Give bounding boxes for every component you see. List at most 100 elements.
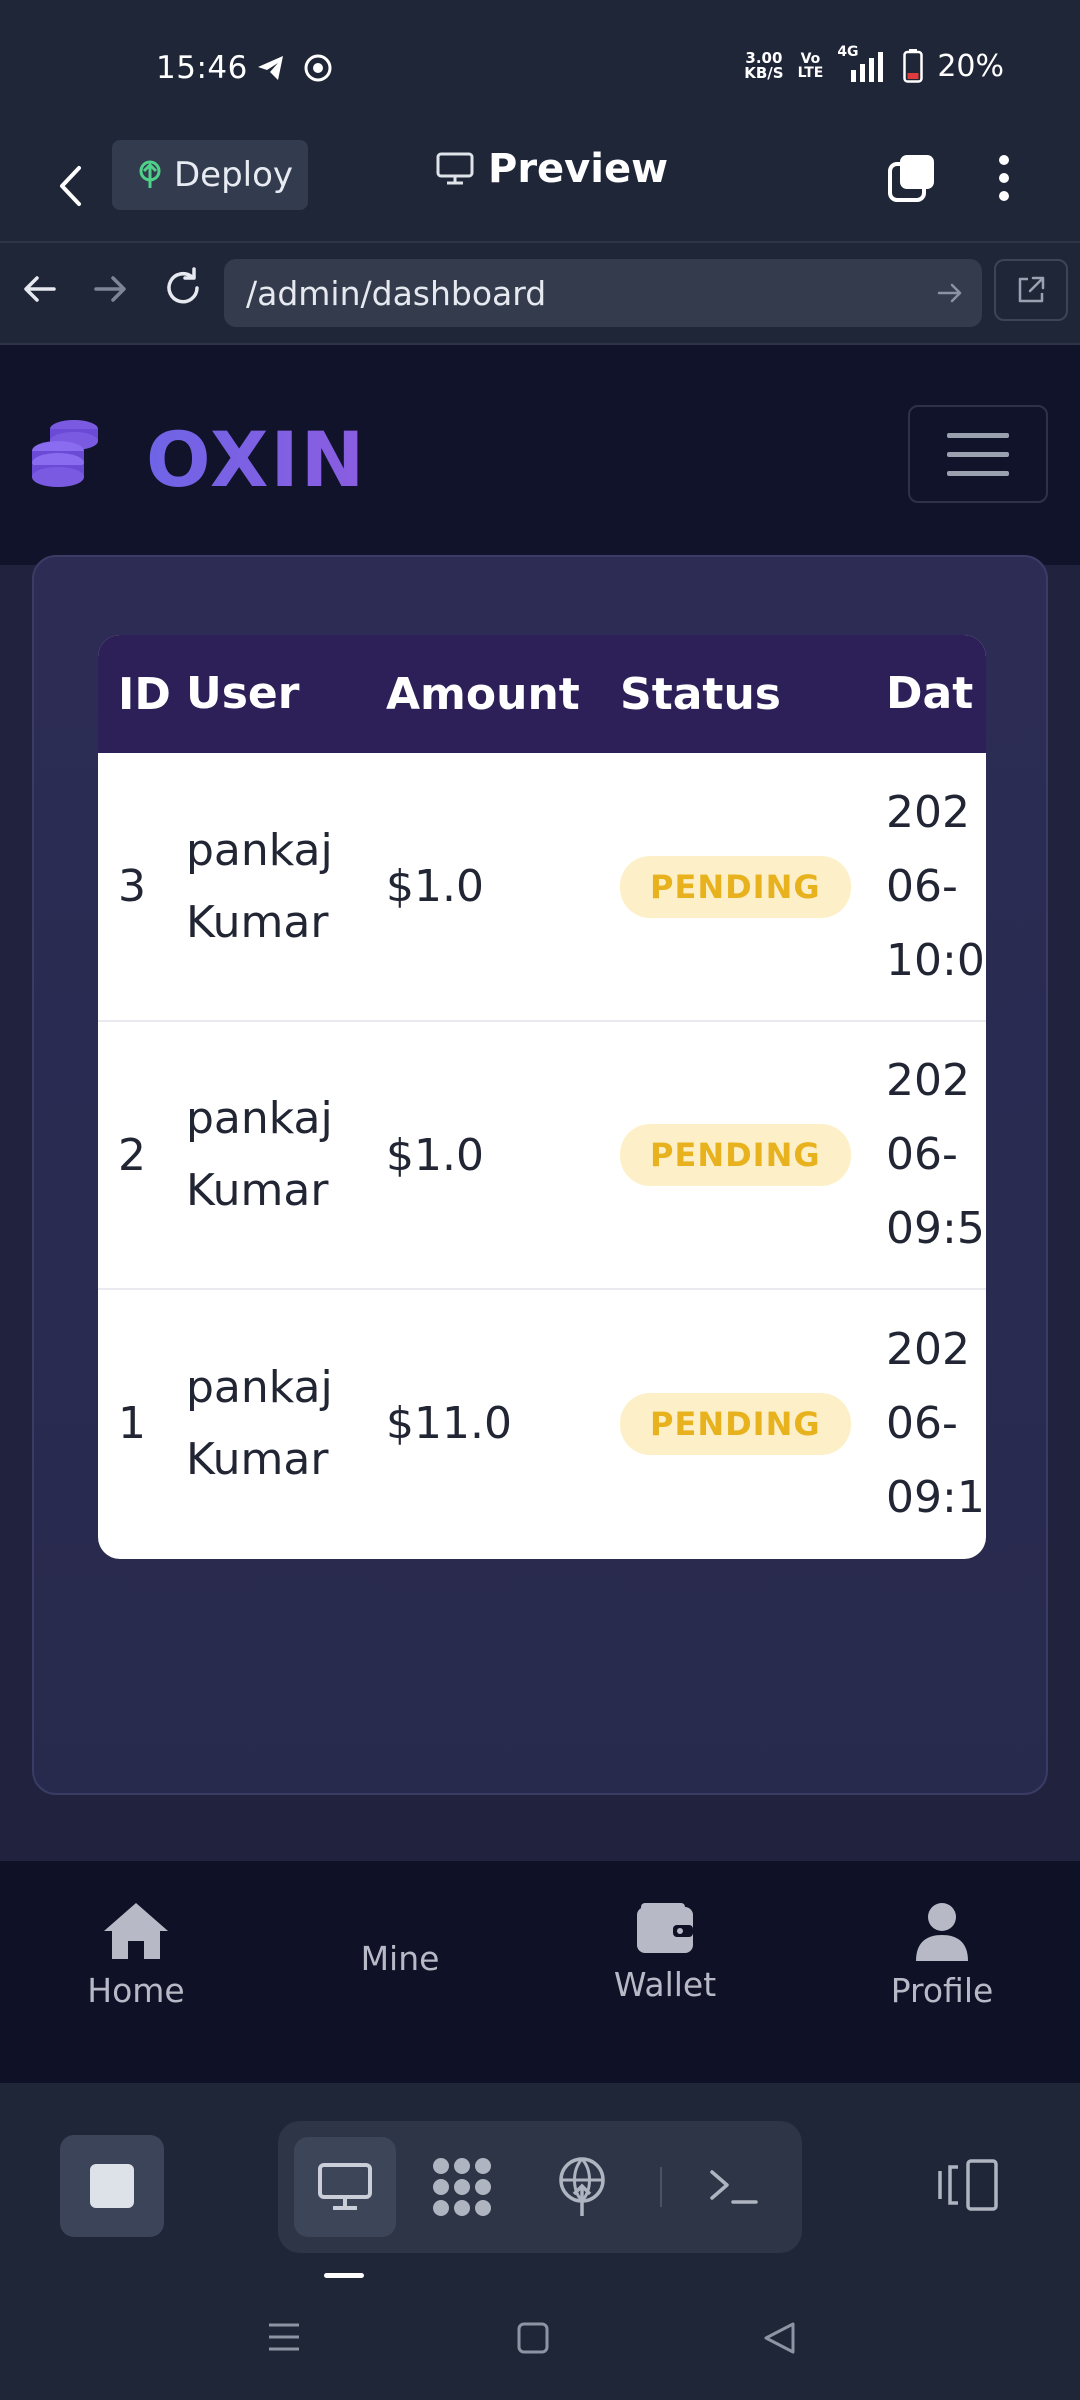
deploy-icon [139, 160, 161, 188]
net-speed: 3.00 KB/S [744, 49, 784, 82]
app-bottom-nav: Home Mine Wallet Profile [0, 1861, 1080, 2083]
transactions-table-container[interactable]: ID User Amount Status Dat 3 pankaj Kumar [98, 635, 986, 1559]
battery-icon [903, 49, 924, 83]
terminal-icon [710, 2170, 758, 2204]
open-external-button[interactable] [994, 259, 1068, 321]
back-triangle-icon[interactable] [762, 2321, 796, 2355]
view-mode-group [278, 2121, 802, 2253]
cell-status: PENDING [620, 1289, 886, 1557]
nav-wallet[interactable]: Wallet [600, 1901, 730, 2004]
nav-profile[interactable]: Profile [880, 1901, 1004, 2010]
transactions-card: ID User Amount Status Dat 3 pankaj Kumar [32, 555, 1048, 1795]
tabs-icon [888, 155, 934, 202]
ide-bottom-toolbar [0, 2083, 1080, 2400]
tabs-button[interactable] [886, 152, 938, 208]
volte-indicator: Vo LTE [797, 51, 824, 81]
preview-mode-button[interactable] [294, 2137, 396, 2237]
recents-menu-icon[interactable] [266, 2321, 302, 2353]
stop-button[interactable] [60, 2135, 164, 2237]
arrow-right-icon [94, 276, 126, 302]
coins-logo-icon [28, 415, 104, 495]
status-badge: PENDING [620, 855, 851, 918]
browser-back-button[interactable] [22, 271, 58, 311]
preview-toolbar: Deploy Preview [0, 130, 1080, 242]
cell-user: pankaj Kumar [186, 1361, 333, 1485]
nav-mine[interactable]: Mine [340, 1929, 460, 1978]
telegram-icon [258, 56, 283, 80]
url-text: /admin/dashboard [246, 273, 547, 313]
cell-date: 202 06- 10:0 [886, 786, 985, 986]
signal-icon: 4G [837, 44, 889, 84]
cell-status: PENDING [620, 753, 886, 1021]
more-options-button[interactable] [994, 152, 1014, 208]
reload-button[interactable] [162, 267, 204, 313]
split-view-button[interactable] [936, 2157, 1000, 2217]
cell-user: pankaj Kumar [186, 824, 333, 948]
active-mode-indicator [324, 2273, 364, 2278]
table-row: 2 pankaj Kumar $1.0 PENDING 202 06- 09:5 [98, 1021, 986, 1289]
go-arrow-icon[interactable] [936, 279, 964, 307]
brand-logo[interactable]: OXIN [146, 415, 366, 504]
hamburger-line [947, 470, 1009, 476]
main-content: ID User Amount Status Dat 3 pankaj Kumar [0, 555, 1080, 1861]
chevron-left-icon [60, 166, 81, 206]
hamburger-line [947, 451, 1009, 457]
external-link-icon [1018, 276, 1045, 303]
cell-id: 1 [118, 1398, 146, 1449]
cell-status: PENDING [620, 1021, 886, 1289]
header-status: Status [620, 668, 781, 720]
header-id: ID [118, 668, 171, 720]
status-left-icons [256, 54, 332, 82]
site-navbar: OXIN [0, 345, 1080, 565]
chrome-icon [304, 54, 332, 82]
split-view-icon [938, 2159, 998, 2211]
header-user: User [186, 668, 300, 719]
home-square-icon[interactable] [516, 2321, 550, 2355]
header-date: Dat [886, 668, 974, 719]
agent-mode-button[interactable] [412, 2137, 512, 2237]
nav-home[interactable]: Home [80, 1901, 192, 2010]
status-time: 15:46 [156, 50, 248, 86]
back-button[interactable] [50, 158, 90, 214]
more-vertical-icon [999, 155, 1009, 201]
reload-icon [167, 267, 199, 304]
status-bar: 15:46 3.00 KB/S Vo LTE 4G 20% [0, 0, 1080, 130]
divider [660, 2167, 662, 2207]
cell-id: 3 [118, 861, 146, 912]
status-badge: PENDING [620, 1392, 851, 1455]
terminal-mode-button[interactable] [684, 2137, 784, 2237]
cell-date: 202 06- 09:5 [886, 1055, 985, 1254]
cell-amount: $11.0 [386, 1398, 512, 1449]
grid-dots-icon [433, 2158, 491, 2216]
cell-id: 2 [118, 1129, 146, 1181]
url-bar: /admin/dashboard [0, 243, 1080, 343]
transactions-table: ID User Amount Status Dat 3 pankaj Kumar [98, 635, 986, 1557]
browser-forward-button[interactable] [92, 271, 128, 311]
cell-amount: $1.0 [386, 861, 484, 912]
table-header-row: ID User Amount Status Dat [98, 635, 986, 753]
stop-icon [90, 2164, 134, 2208]
wallet-icon [637, 1903, 693, 1953]
url-input[interactable]: /admin/dashboard [224, 259, 982, 327]
cell-date: 202 06- 09:1 [886, 1323, 985, 1523]
profile-icon [916, 1903, 968, 1961]
table-row: 3 pankaj Kumar $1.0 PENDING 202 06- 10:0 [98, 753, 986, 1021]
hamburger-line [947, 432, 1009, 438]
deploy-button[interactable]: Deploy [112, 140, 308, 210]
status-badge: PENDING [620, 1124, 851, 1186]
battery-percent: 20% [937, 48, 1004, 84]
deploy-mode-button[interactable] [532, 2137, 632, 2237]
globe-upload-icon [559, 2157, 605, 2216]
home-icon [104, 1903, 168, 1959]
preview-title: Preview [436, 146, 668, 192]
menu-toggle-button[interactable] [908, 405, 1048, 503]
monitor-icon [436, 152, 474, 185]
cell-user: pankaj Kumar [186, 1093, 333, 1216]
arrow-left-icon [24, 276, 56, 302]
table-row: 1 pankaj Kumar $11.0 PENDING 202 06- 09:… [98, 1289, 986, 1557]
cell-amount: $1.0 [386, 1129, 484, 1181]
status-right-icons: 3.00 KB/S Vo LTE 4G 20% [744, 44, 1004, 84]
header-amount: Amount [386, 668, 580, 720]
deploy-label: Deploy [174, 155, 294, 195]
android-navigation-bar [0, 2293, 1080, 2400]
